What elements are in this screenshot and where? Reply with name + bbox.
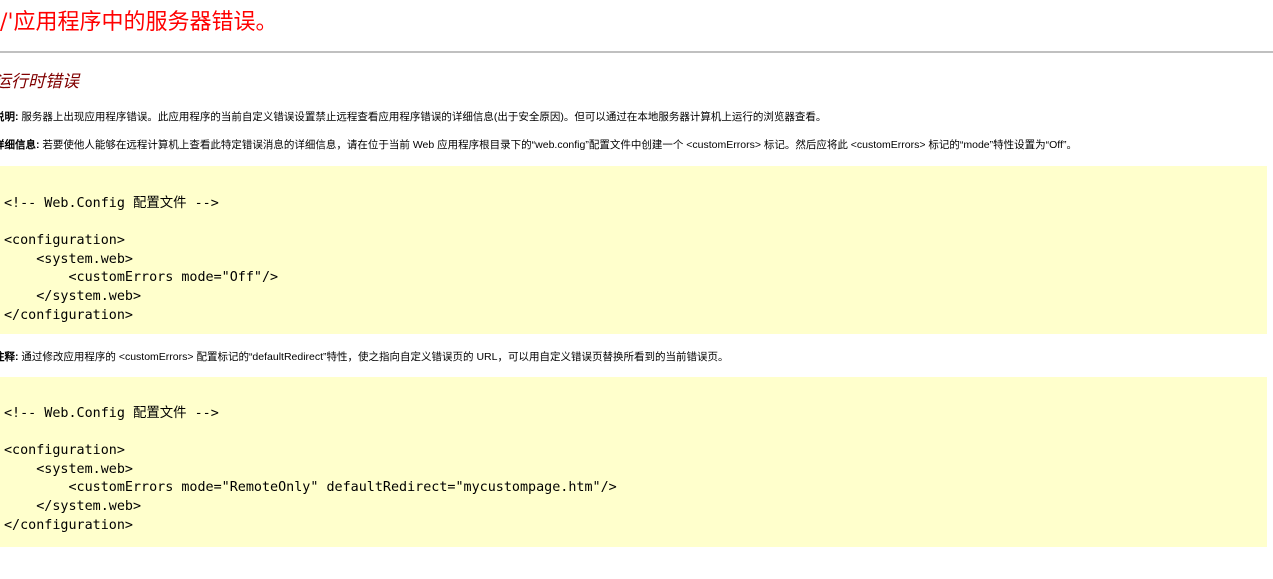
code-text: <!-- Web.Config 配置文件 --> <configuration>… — [4, 196, 279, 323]
description-paragraph: 说明: 服务器上出现应用程序错误。此应用程序的当前自定义错误设置禁止远程查看应用… — [0, 110, 826, 124]
page-title: '/'应用程序中的服务器错误。 — [0, 10, 278, 35]
details-paragraph: 详细信息: 若要使他人能够在远程计算机上查看此特定错误消息的详细信息，请在位于当… — [0, 138, 1077, 152]
notes-label: 注释: — [0, 351, 19, 363]
notes-paragraph: 注释: 通过修改应用程序的 <customErrors> 配置标记的“defau… — [0, 350, 728, 364]
code-text: <!-- Web.Config 配置文件 --> <configuration>… — [4, 406, 617, 533]
title-divider — [0, 51, 1273, 53]
details-label: 详细信息: — [0, 139, 40, 151]
description-text: 服务器上出现应用程序错误。此应用程序的当前自定义错误设置禁止远程查看应用程序错误… — [18, 111, 827, 123]
error-heading: 运行时错误 — [0, 72, 79, 92]
code-block-config-off: <!-- Web.Config 配置文件 --> <configuration>… — [0, 166, 1267, 334]
notes-text: 通过修改应用程序的 <customErrors> 配置标记的“defaultRe… — [18, 351, 729, 363]
details-text: 若要使他人能够在远程计算机上查看此特定错误消息的详细信息，请在位于当前 Web … — [39, 139, 1077, 151]
code-block-config-remoteonly: <!-- Web.Config 配置文件 --> <configuration>… — [0, 377, 1267, 547]
description-label: 说明: — [0, 111, 19, 123]
